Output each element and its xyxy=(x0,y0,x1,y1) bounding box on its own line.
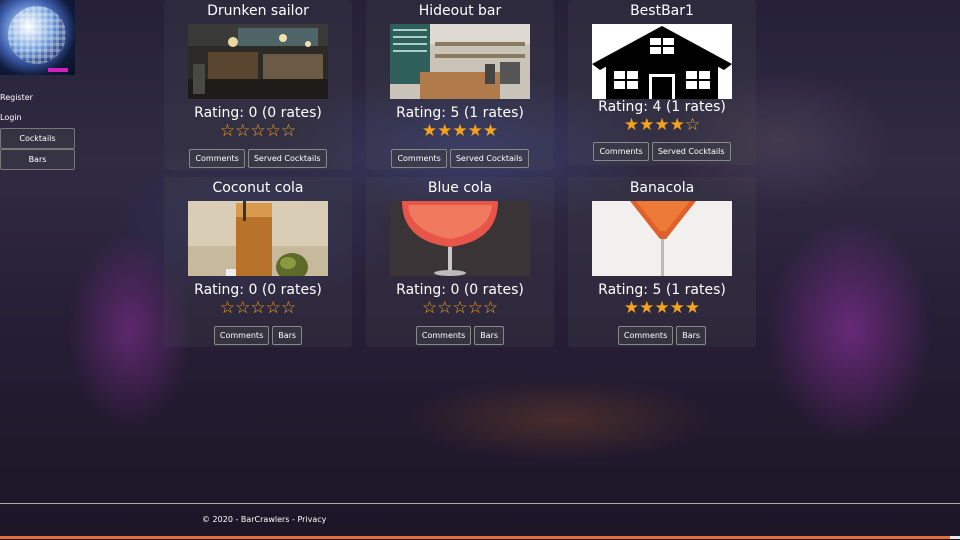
rating-text: Rating: 5 (1 rates) xyxy=(598,282,726,298)
star-rating[interactable]: ★★★★★ xyxy=(624,299,700,317)
card-title[interactable]: Banacola xyxy=(630,180,694,198)
comments-button[interactable]: Comments xyxy=(593,142,649,161)
card-title[interactable]: Coconut cola xyxy=(212,180,303,198)
served-cocktails-button[interactable]: Served Cocktails xyxy=(247,149,327,168)
house-image[interactable] xyxy=(592,24,732,99)
bar-card: Hideout bar Rating: 5 (1 rates) ★★★★★ Co… xyxy=(366,0,554,170)
bars-button[interactable]: Bars xyxy=(0,149,75,170)
cocktail-card: Banacola Rating: 5 (1 rates) ★★★★★ Comme… xyxy=(568,177,756,347)
disco-ball-icon xyxy=(8,6,66,64)
cocktail-card: Coconut cola Rating: 0 (0 rates) ☆☆☆☆☆ C… xyxy=(164,177,352,347)
logo-tag xyxy=(48,68,68,72)
comments-button[interactable]: Comments xyxy=(189,149,245,168)
comments-button[interactable]: Comments xyxy=(415,326,472,345)
comments-button[interactable]: Comments xyxy=(391,149,447,168)
rating-text: Rating: 0 (0 rates) xyxy=(396,282,524,298)
served-cocktails-button[interactable]: Served Cocktails xyxy=(449,149,529,168)
card-title[interactable]: BestBar1 xyxy=(630,3,694,21)
card-title[interactable]: Blue cola xyxy=(428,180,492,198)
cocktail-card: Blue cola Rating: 0 (0 rates) ☆☆☆☆☆ Comm… xyxy=(366,177,554,347)
comments-button[interactable]: Comments xyxy=(213,326,270,345)
star-rating[interactable]: ☆☆☆☆☆ xyxy=(422,299,498,317)
bars-button[interactable]: Bars xyxy=(474,326,505,345)
bar-image[interactable] xyxy=(390,24,530,99)
login-link[interactable]: Login xyxy=(0,113,22,122)
bottom-accent-bar xyxy=(0,536,950,539)
card-title[interactable]: Hideout bar xyxy=(419,3,502,21)
served-cocktails-button[interactable]: Served Cocktails xyxy=(651,142,731,161)
register-link[interactable]: Register xyxy=(0,93,33,102)
star-rating[interactable]: ★★★★☆ xyxy=(624,116,700,134)
card-title[interactable]: Drunken sailor xyxy=(207,3,309,21)
bar-card: Drunken sailor Rating: 0 (0 rates) ☆☆☆☆☆… xyxy=(164,0,352,170)
cocktail-image[interactable] xyxy=(390,201,530,276)
comments-button[interactable]: Comments xyxy=(617,326,674,345)
footer-text[interactable]: © 2020 - BarCrawlers - Privacy xyxy=(202,515,326,524)
footer-divider xyxy=(0,503,960,504)
cocktails-button[interactable]: Cocktails xyxy=(0,128,75,149)
bottom-accent-end xyxy=(950,536,960,539)
disco-ball-logo[interactable] xyxy=(0,0,75,75)
cocktail-image[interactable] xyxy=(188,201,328,276)
rating-text: Rating: 5 (1 rates) xyxy=(396,105,524,121)
star-rating[interactable]: ☆☆☆☆☆ xyxy=(220,299,296,317)
star-rating[interactable]: ☆☆☆☆☆ xyxy=(220,122,296,140)
rating-text: Rating: 0 (0 rates) xyxy=(194,282,322,298)
bar-image[interactable] xyxy=(188,24,328,99)
cocktail-image[interactable] xyxy=(592,201,732,276)
star-rating[interactable]: ★★★★★ xyxy=(422,122,498,140)
bar-card: BestBar1 Rating: 4 (1 rates) ★★★★☆ Comme… xyxy=(568,0,756,165)
rating-text: Rating: 4 (1 rates) xyxy=(598,99,726,115)
bars-button[interactable]: Bars xyxy=(272,326,303,345)
rating-text: Rating: 0 (0 rates) xyxy=(194,105,322,121)
bars-button[interactable]: Bars xyxy=(676,326,707,345)
